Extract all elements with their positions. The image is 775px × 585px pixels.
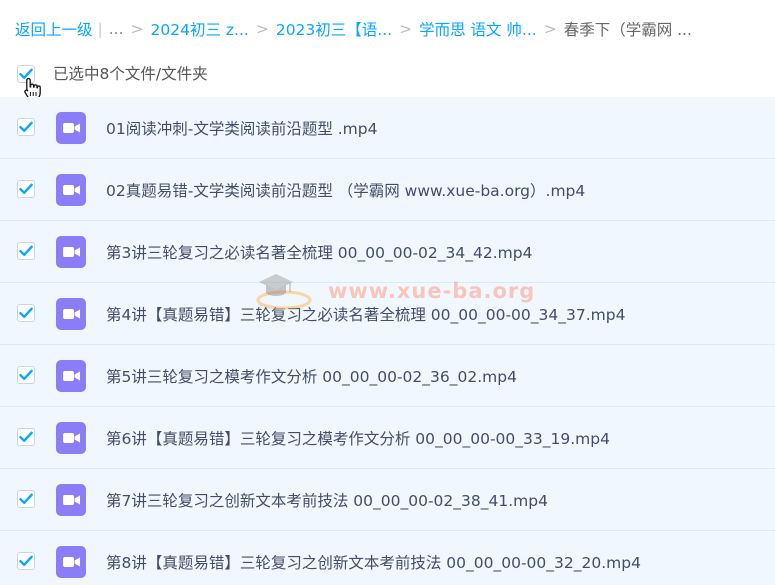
file-checkbox[interactable] — [17, 490, 35, 508]
selection-count-label: 已选中8个文件/文件夹 — [53, 65, 208, 83]
checkmark-icon — [19, 431, 33, 442]
file-row[interactable]: 第4讲【真题易错】三轮复习之必读名著全梳理 00_00_00-00_34_37.… — [0, 283, 775, 345]
video-file-icon — [56, 360, 86, 392]
checkmark-icon — [19, 245, 33, 256]
file-name[interactable]: 第6讲【真题易错】三轮复习之模考作文分析 00_00_00-00_33_19.m… — [106, 427, 610, 449]
file-row[interactable]: 第5讲三轮复习之模考作文分析 00_00_00-02_36_02.mp4 — [0, 345, 775, 407]
file-checkbox[interactable] — [17, 304, 35, 322]
select-all-bar: 已选中8个文件/文件夹 — [0, 58, 775, 101]
video-file-icon — [56, 422, 86, 454]
video-file-icon — [56, 298, 86, 330]
file-list: 01阅读冲刺-文学类阅读前沿题型 .mp4 02真题易错-文学类阅读前沿题型 （… — [0, 97, 775, 585]
video-file-icon — [56, 546, 86, 578]
file-name[interactable]: 第5讲三轮复习之模考作文分析 00_00_00-02_36_02.mp4 — [106, 365, 517, 387]
file-row[interactable]: 第3讲三轮复习之必读名著全梳理 00_00_00-02_34_42.mp4 — [0, 221, 775, 283]
file-checkbox[interactable] — [17, 118, 35, 136]
breadcrumb-divider: | — [97, 20, 103, 38]
video-file-icon — [56, 236, 86, 268]
breadcrumb-current: 春季下（学霸网 ... — [563, 21, 692, 39]
breadcrumb-item[interactable]: 2023初三【语... — [276, 18, 392, 40]
breadcrumb-separator: > — [399, 20, 413, 38]
checkmark-icon — [19, 307, 33, 318]
file-name[interactable]: 第4讲【真题易错】三轮复习之必读名著全梳理 00_00_00-00_34_37.… — [106, 303, 625, 325]
checkmark-icon — [19, 121, 33, 132]
file-row[interactable]: 01阅读冲刺-文学类阅读前沿题型 .mp4 — [0, 97, 775, 159]
file-name[interactable]: 第8讲【真题易错】三轮复习之创新文本考前技法 00_00_00-00_32_20… — [106, 551, 641, 573]
video-file-icon — [56, 112, 86, 144]
file-row[interactable]: 第8讲【真题易错】三轮复习之创新文本考前技法 00_00_00-00_32_20… — [0, 531, 775, 585]
file-row[interactable]: 第7讲三轮复习之创新文本考前技法 00_00_00-02_38_41.mp4 — [0, 469, 775, 531]
checkmark-icon — [19, 555, 33, 566]
file-checkbox[interactable] — [17, 552, 35, 570]
file-row[interactable]: 第6讲【真题易错】三轮复习之模考作文分析 00_00_00-00_33_19.m… — [0, 407, 775, 469]
file-checkbox[interactable] — [17, 366, 35, 384]
file-row[interactable]: 02真题易错-文学类阅读前沿题型 （学霸网 www.xue-ba.org）.mp… — [0, 159, 775, 221]
video-file-icon — [56, 484, 86, 516]
breadcrumb-separator: > — [255, 20, 269, 38]
breadcrumb-item[interactable]: 2024初三 z... — [151, 18, 249, 40]
file-name[interactable]: 02真题易错-文学类阅读前沿题型 （学霸网 www.xue-ba.org）.mp… — [106, 179, 585, 201]
checkmark-icon — [19, 493, 33, 504]
breadcrumb: 返回上一级 | ... > 2024初三 z... > 2023初三【语... … — [15, 16, 692, 42]
breadcrumb-item[interactable]: 学而思 语文 帅... — [419, 18, 537, 40]
file-browser-page: 返回上一级 | ... > 2024初三 z... > 2023初三【语... … — [0, 0, 775, 585]
file-name[interactable]: 第7讲三轮复习之创新文本考前技法 00_00_00-02_38_41.mp4 — [106, 489, 548, 511]
checkmark-icon — [19, 183, 33, 194]
back-link[interactable]: 返回上一级 — [15, 18, 93, 40]
file-checkbox[interactable] — [17, 428, 35, 446]
file-name[interactable]: 第3讲三轮复习之必读名著全梳理 00_00_00-02_34_42.mp4 — [106, 241, 532, 263]
breadcrumb-ellipsis[interactable]: ... — [109, 20, 124, 38]
video-file-icon — [56, 174, 86, 206]
file-checkbox[interactable] — [17, 180, 35, 198]
file-name[interactable]: 01阅读冲刺-文学类阅读前沿题型 .mp4 — [106, 117, 377, 139]
file-checkbox[interactable] — [17, 242, 35, 260]
checkmark-icon — [19, 369, 33, 380]
breadcrumb-separator: > — [130, 20, 144, 38]
breadcrumb-separator: > — [543, 20, 557, 38]
